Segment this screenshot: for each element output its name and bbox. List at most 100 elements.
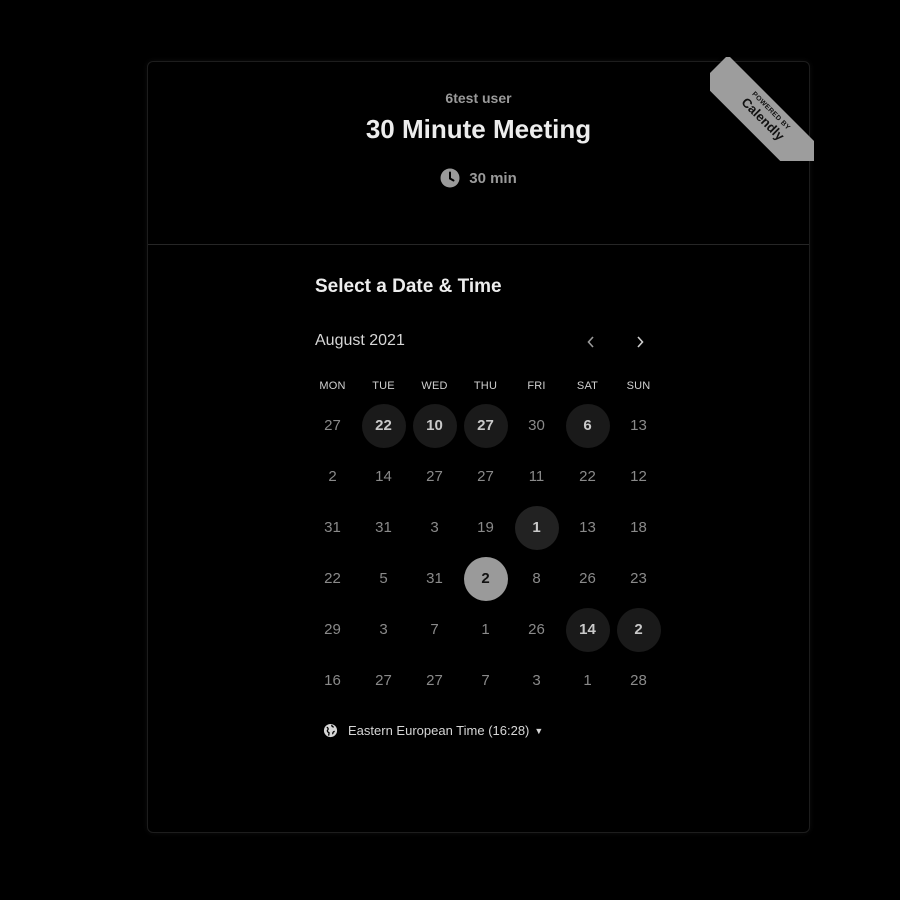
weekday-wed: WED — [421, 380, 448, 392]
clock-icon — [440, 168, 460, 188]
booking-card: POWERED BY Calendly 6test user 30 Minute… — [147, 57, 814, 833]
calendar-day: 5 — [358, 553, 409, 604]
calendar-day-number: 22 — [361, 403, 406, 448]
month-label: August 2021 — [315, 332, 405, 349]
calendar-day-number: 27 — [426, 672, 443, 689]
host-name: 6test user — [445, 90, 512, 106]
event-title: 30 Minute Meeting — [365, 114, 592, 144]
calendar-day-number: 1 — [481, 621, 490, 638]
calendar-day-number: 19 — [477, 519, 494, 536]
calendar-day-number: 11 — [528, 468, 545, 485]
calendar-day: 26 — [511, 604, 562, 655]
calendar-day-number: 27 — [324, 417, 341, 434]
calendar-day-number: 10 — [412, 403, 457, 448]
calendar-day: 30 — [511, 400, 562, 451]
calendar-day: 14 — [358, 451, 409, 502]
calendar-day: 28 — [613, 655, 664, 706]
next-month-button[interactable] — [626, 328, 654, 356]
calendar-day-number: 26 — [528, 621, 545, 638]
calendar-day[interactable]: 27 — [460, 400, 511, 451]
calendar-day-number: 13 — [630, 417, 647, 434]
calendar-day-number: 3 — [532, 672, 541, 689]
calendar-day[interactable]: 10 — [409, 400, 460, 451]
calendar-day-number: 30 — [528, 417, 545, 434]
calendar-day-number: 28 — [630, 672, 647, 689]
calendar-day: 27 — [409, 655, 460, 706]
calendar-day: 27 — [307, 400, 358, 451]
calendar-day: 3 — [358, 604, 409, 655]
calendar-day: 31 — [358, 502, 409, 553]
calendar-day: 13 — [562, 502, 613, 553]
duration-label: 30 min — [469, 169, 517, 187]
calendar-day: 26 — [562, 553, 613, 604]
calendar-day: 22 — [307, 553, 358, 604]
calendar-day[interactable]: 1 — [511, 502, 562, 553]
calendar-day-number: 2 — [616, 607, 661, 652]
calendar-day-number: 27 — [426, 468, 443, 485]
calendar-day: 3 — [409, 502, 460, 553]
calendar-day-number: 31 — [426, 570, 443, 587]
caret-down-icon: ▼ — [534, 725, 544, 736]
weekday-sat: SAT — [576, 380, 599, 392]
calendar-day-number: 3 — [379, 621, 388, 638]
previous-month-button[interactable] — [577, 328, 605, 356]
calendar-day: 8 — [511, 553, 562, 604]
calendar-days-grid: 27 22 10 27 30 6 13 2 14 27 27 11 22 12 31 31 3 19 1 13 18 22… — [307, 400, 664, 706]
calendar-day-selected[interactable]: 2 — [460, 553, 511, 604]
calendar-day-number: 23 — [630, 570, 647, 587]
calendar-day: 23 — [613, 553, 664, 604]
calendar-day-number: 7 — [481, 672, 490, 689]
calendar-day: 7 — [460, 655, 511, 706]
calendar-day-number: 27 — [375, 672, 392, 689]
calendar-day-number: 5 — [379, 570, 388, 587]
calendar-day-number: 14 — [565, 607, 610, 652]
calendar-day: 22 — [562, 451, 613, 502]
calendar-day-number: 18 — [630, 519, 647, 536]
calendar-day-number: 13 — [579, 519, 596, 536]
section-title: Select a Date & Time — [315, 276, 502, 297]
calendar-day: 7 — [409, 604, 460, 655]
calendar-day-number: 31 — [375, 519, 392, 536]
calendar-day-number: 22 — [579, 468, 596, 485]
timezone-selector[interactable]: Eastern European Time (16:28) ▼ — [323, 723, 543, 738]
timezone-label: Eastern European Time (16:28) — [348, 723, 530, 738]
calendar-day-number: 22 — [324, 570, 341, 587]
calendar-day[interactable]: 14 — [562, 604, 613, 655]
calendar-day-number: 14 — [375, 468, 392, 485]
event-duration: 30 min — [148, 168, 809, 188]
calendar-day-number: 27 — [477, 468, 494, 485]
calendar-day-number: 29 — [324, 621, 341, 638]
calendar-day-number: 2 — [328, 468, 337, 485]
calendar-day: 13 — [613, 400, 664, 451]
calendar-day: 27 — [358, 655, 409, 706]
calendar-day: 11 — [511, 451, 562, 502]
calendar-day[interactable]: 6 — [562, 400, 613, 451]
calendar-day[interactable]: 22 — [358, 400, 409, 451]
calendar-day-number: 26 — [579, 570, 596, 587]
weekday-thu: THU — [473, 380, 498, 392]
calendar-day-number: 7 — [430, 621, 439, 638]
event-header: 6test user 30 Minute Meeting 30 min — [148, 62, 809, 245]
globe-icon — [323, 723, 338, 738]
calendar-day-number: 31 — [324, 519, 341, 536]
calendar-day: 12 — [613, 451, 664, 502]
calendar-day-number: 12 — [630, 468, 647, 485]
calendar-day: 27 — [460, 451, 511, 502]
weekday-sun: SUN — [626, 380, 651, 392]
calendar-day-number: 1 — [514, 505, 559, 550]
calendar-day: 18 — [613, 502, 664, 553]
calendar-day-number: 2 — [463, 556, 508, 601]
month-navigation: August 2021 — [315, 332, 655, 356]
calendar-day: 27 — [409, 451, 460, 502]
chevron-left-icon — [587, 336, 594, 348]
calendar-day: 3 — [511, 655, 562, 706]
calendar-day-number: 6 — [565, 403, 610, 448]
weekday-mon: MON — [319, 380, 346, 392]
calendar-day: 1 — [460, 604, 511, 655]
calendar-day: 31 — [307, 502, 358, 553]
calendar-day: 1 — [562, 655, 613, 706]
calendar-day[interactable]: 2 — [613, 604, 664, 655]
weekday-fri: FRI — [527, 380, 546, 392]
calendar-day: 16 — [307, 655, 358, 706]
calendar-day: 2 — [307, 451, 358, 502]
